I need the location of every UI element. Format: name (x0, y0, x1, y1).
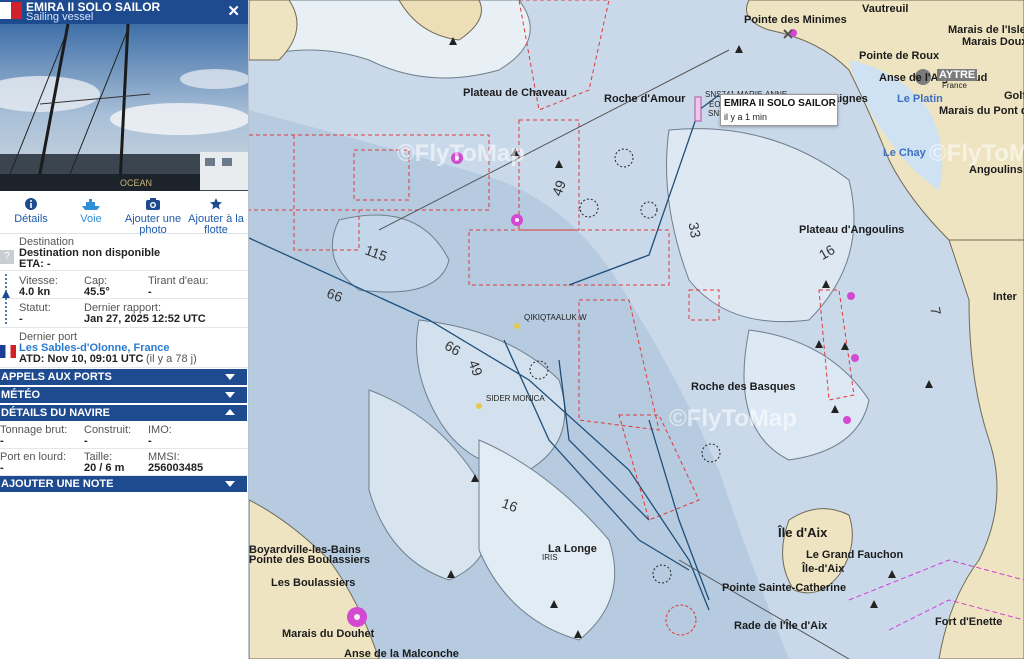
dwt-value: - (0, 462, 4, 474)
place-label: Anse de la Malconche (344, 648, 459, 659)
place-label: AYTRE (937, 69, 978, 81)
add-note-section[interactable]: AJOUTER UNE NOTE (0, 476, 247, 492)
place-label: Les Boulassiers (271, 577, 356, 589)
size-value: 20 / 6 m (84, 462, 125, 474)
camera-icon (146, 198, 160, 210)
watermark: ©FlyToMap (669, 405, 797, 432)
tooltip-vessel-name: EMIRA II SOLO SAILOR (724, 98, 836, 109)
tab-add-fleet[interactable]: Ajouter à la flotte (185, 193, 247, 236)
chevron-up-icon (225, 409, 235, 415)
vessel-details-section[interactable]: DÉTAILS DU NAVIRE (0, 405, 247, 421)
status-value: - (19, 313, 23, 325)
status-row: Statut: - Dernier rapport: Jan 27, 2025 … (0, 299, 248, 328)
flag-icon (0, 2, 22, 19)
place-label: Pointe des Boulassiers (249, 554, 371, 566)
status-label: Statut: (19, 302, 51, 314)
place-label: Île-d'Aix (802, 563, 845, 575)
place-label: Pointe Sainte-Catherine (722, 582, 847, 594)
draft-value: - (148, 286, 152, 298)
port-calls-section[interactable]: APPELS AUX PORTS (0, 369, 247, 385)
dwt-row: Port en lourd: - Taille: 20 / 6 m MMSI: … (0, 449, 248, 476)
imo-value: - (148, 435, 152, 447)
place-label: Angoulins (969, 164, 1023, 176)
speed-course-row: Vitesse: 4.0 kn Cap: 45.5° Tirant d'eau:… (0, 271, 248, 326)
depth-label: 33 (685, 220, 705, 240)
gt-label: Tonnage brut: (0, 424, 68, 436)
info-icon (25, 198, 37, 210)
section-title: MÉTÉO (1, 389, 41, 401)
place-label: Marais de l'Isle- (948, 24, 1024, 36)
destination-row: ? Destination Destination non disponible… (0, 233, 248, 271)
place-label: Fort d'Enette (935, 616, 1003, 628)
place-label: Marais Doux (962, 36, 1024, 48)
unknown-destination-icon: ? (0, 250, 14, 264)
vessel-panel: EMIRA II SOLO SAILOR Sailing vessel ✕ OC… (0, 0, 249, 659)
place-label: France (942, 81, 967, 90)
vessel-label[interactable]: IRIS (542, 553, 558, 562)
place-label: Île d'Aix (778, 525, 828, 540)
built-value: - (84, 435, 88, 447)
nautical-chart[interactable]: ©FlyToMap ©FlyToMap ©FlyToMap Vautreuil … (249, 0, 1024, 659)
star-icon (210, 198, 222, 210)
place-label: Inter (993, 291, 1017, 303)
flag-icon (0, 345, 16, 358)
eta-value: ETA: - (19, 258, 51, 270)
tab-label: Détails (14, 213, 48, 225)
section-title: DÉTAILS DU NAVIRE (1, 407, 110, 419)
report-value: Jan 27, 2025 12:52 UTC (84, 313, 206, 325)
close-icon[interactable]: ✕ (227, 2, 240, 20)
place-label: Plateau d'Angoulins (799, 224, 905, 236)
speed-value: 4.0 kn (19, 286, 51, 298)
ship-icon (82, 199, 100, 210)
mmsi-value: 256003485 (148, 462, 204, 474)
place-label: Golf (1004, 90, 1024, 102)
section-title: AJOUTER UNE NOTE (1, 478, 114, 490)
gt-value: - (0, 435, 4, 447)
chevron-down-icon (225, 374, 235, 380)
draft-label: Tirant d'eau: (148, 275, 209, 287)
place-label: Le Grand Fauchon (806, 549, 904, 561)
vessel-header: EMIRA II SOLO SAILOR Sailing vessel ✕ (0, 0, 248, 24)
weather-section[interactable]: MÉTÉO (0, 387, 247, 403)
place-label: Le Platin (897, 93, 943, 105)
vessel-photo[interactable]: OCEAN (0, 24, 248, 191)
tab-voyage[interactable]: Voie (60, 193, 122, 233)
last-port-row: Dernier port Les Sables-d'Olonne, France… (0, 328, 248, 368)
chevron-down-icon (225, 392, 235, 398)
section-title: APPELS AUX PORTS (1, 371, 112, 383)
vessel-tooltip[interactable]: EMIRA II SOLO SAILOR il y a 1 min (720, 94, 838, 126)
place-label: Le Chay (883, 147, 926, 159)
place-label: Plateau de Chaveau (463, 87, 567, 99)
place-label: Vautreuil (862, 3, 909, 15)
atd-value: ATD: Nov 10, 09:01 UTC (19, 353, 144, 365)
dwt-label: Port en lourd: (0, 451, 67, 463)
place-label: Rade de l'Île d'Aix (734, 620, 828, 632)
tab-add-photo[interactable]: Ajouter une photo (122, 193, 184, 236)
svg-text:OCEAN: OCEAN (120, 178, 152, 188)
tab-details[interactable]: Détails (0, 193, 62, 233)
course-value: 45.5° (84, 286, 110, 298)
place-label: Marais du Douhet (282, 628, 375, 640)
place-label: aignes (833, 93, 868, 105)
tab-bar: Détails Voie Ajouter une photo Ajouter à… (0, 191, 248, 236)
vessel-type: Sailing vessel (26, 11, 94, 23)
tooltip-time: il y a 1 min (724, 112, 768, 122)
vessel-label[interactable]: SIDER MONICA (486, 394, 545, 403)
place-label: Roche d'Amour (604, 93, 686, 105)
place-label: Pointe de Roux (859, 50, 940, 62)
tonnage-row: Tonnage brut: - Construit: - IMO: - (0, 422, 248, 449)
place-label: Pointe des Minimes (744, 14, 847, 26)
chevron-down-icon (225, 481, 235, 487)
place-label: Roche des Basques (691, 381, 796, 393)
built-label: Construit: (84, 424, 132, 436)
watermark: ©FlyToMap (397, 140, 525, 167)
atd-ago: (il y a 78 j) (146, 353, 197, 365)
place-label: Marais du Pont de l' (939, 105, 1024, 117)
vessel-label[interactable]: QIKIQTAALUK W (524, 313, 587, 322)
tab-label: Voie (80, 213, 102, 225)
